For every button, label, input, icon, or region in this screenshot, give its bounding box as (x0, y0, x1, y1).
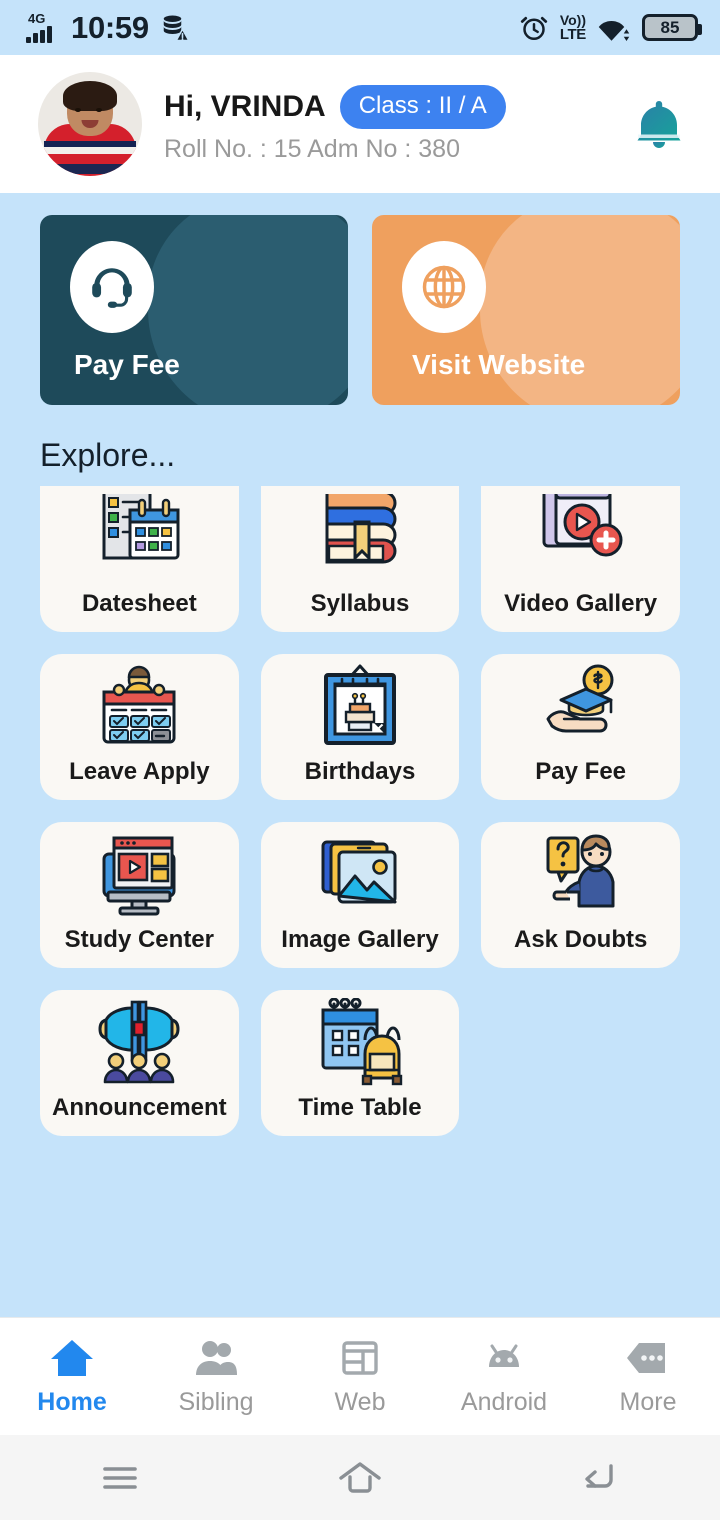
promo-cards: Pay Fee Visit Website (0, 193, 720, 405)
system-recents-button[interactable] (0, 1460, 240, 1496)
battery-level-label: 85 (660, 17, 680, 37)
announcement-megaphone-icon (40, 990, 239, 1094)
nav-item-web[interactable]: Web (288, 1337, 432, 1417)
nav-item-home[interactable]: Home (0, 1337, 144, 1417)
system-navigation-bar (0, 1435, 720, 1520)
globe-icon (402, 241, 486, 333)
tile-pay-fee[interactable]: Pay Fee (481, 654, 680, 800)
home-icon (51, 1339, 93, 1376)
tile-label: Video Gallery (504, 590, 658, 617)
tile-video-gallery[interactable]: Video Gallery (481, 486, 680, 632)
tile-image-gallery[interactable]: Image Gallery (260, 822, 460, 968)
system-home-button[interactable] (240, 1458, 480, 1498)
more-dots-icon (627, 1342, 665, 1373)
notification-bell-icon (637, 101, 681, 148)
headset-support-icon (70, 241, 154, 333)
android-icon (489, 1344, 519, 1367)
timetable-backpack-icon (261, 990, 460, 1094)
promo-card-pay-fee[interactable]: Pay Fee (40, 215, 348, 405)
nav-label: More (619, 1387, 677, 1416)
nav-label: Android (460, 1387, 548, 1416)
menu-recents-icon (103, 1466, 137, 1489)
volte-bottom-label: LTE (559, 25, 586, 43)
datesheet-calendar-icon (40, 486, 239, 590)
tile-study-center[interactable]: Study Center (40, 822, 239, 968)
tile-birthdays[interactable]: Birthdays (260, 654, 460, 800)
tile-label: Study Center (64, 926, 214, 953)
tile-datesheet[interactable]: Datesheet (40, 486, 239, 632)
tile-label: Ask Doubts (513, 926, 648, 953)
tile-label: Leave Apply (69, 758, 210, 785)
tile-ask-doubts[interactable]: Ask Doubts (481, 822, 680, 968)
tile-time-table[interactable]: Time Table (260, 990, 460, 1136)
people-icon (196, 1340, 237, 1375)
cellular-signal-icon: 4G (26, 10, 60, 43)
main-content: Pay Fee Visit Website Explore... Dateshe… (0, 193, 720, 1317)
promo-label: Pay Fee (74, 349, 180, 380)
tile-label: Birthdays (304, 758, 416, 785)
tile-label: Announcement (51, 1094, 227, 1121)
promo-label: Visit Website (412, 349, 586, 380)
bottom-navigation: Home Sibling Web Android More (0, 1317, 720, 1435)
web-layout-icon (342, 1340, 378, 1375)
explore-grid-row-2: Leave Apply Birthdays Pay Fee (0, 654, 720, 800)
nav-item-more[interactable]: More (576, 1337, 720, 1417)
tile-leave-apply[interactable]: Leave Apply (40, 654, 239, 800)
data-saver-off-icon (163, 15, 190, 41)
back-arrow-icon (585, 1463, 613, 1488)
battery-indicator: 85 (642, 14, 702, 41)
home-outline-icon (339, 1461, 381, 1493)
nav-label: Web (334, 1387, 386, 1416)
greeting-label: Hi, VRINDA (164, 89, 326, 123)
tile-label: Datesheet (81, 590, 197, 617)
books-stack-icon (261, 486, 460, 590)
leave-apply-icon (40, 654, 239, 758)
study-center-monitor-icon (40, 822, 239, 926)
ask-doubts-person-icon (481, 822, 680, 926)
explore-grid-row-3: Study Center Image Gallery Ask Doubts (0, 822, 720, 968)
clock-label: 10:59 (71, 9, 149, 45)
profile-info: Hi, VRINDA Class : II / A Roll No. : 15 … (164, 84, 624, 164)
nav-item-sibling[interactable]: Sibling (144, 1337, 288, 1417)
roll-adm-label: Roll No. : 15 Adm No : 380 (164, 134, 460, 163)
app-screen: 4G 10:59 Vo)) LTE 85 Hi, VRINDA Class: … (0, 0, 720, 1520)
volte-top-label: Vo)) (559, 11, 586, 28)
nav-label: Sibling (178, 1387, 254, 1416)
wifi-icon (598, 20, 630, 41)
hand-graduation-coin-icon (481, 654, 680, 758)
explore-section-title: Explore... (40, 437, 176, 473)
notification-button[interactable] (624, 93, 694, 155)
tile-label: Syllabus (310, 590, 410, 617)
class-badge: Class : II / A (339, 84, 506, 129)
status-bar-left: 4G 10:59 (26, 10, 190, 46)
network-type-label: 4G (28, 10, 46, 26)
birthday-cake-icon (261, 654, 460, 758)
system-back-button[interactable] (480, 1458, 720, 1498)
status-bar-right: Vo)) LTE 85 (519, 11, 702, 43)
promo-card-visit-website[interactable]: Visit Website (372, 215, 680, 405)
video-gallery-icon (481, 486, 680, 590)
image-gallery-icon (261, 822, 460, 926)
profile-header: Hi, VRINDA Class : II / A Roll No. : 15 … (0, 55, 720, 193)
tile-label: Time Table (298, 1094, 422, 1121)
tile-placeholder (481, 990, 680, 1136)
status-bar: 4G 10:59 Vo)) LTE 85 (0, 0, 720, 55)
tile-announcement[interactable]: Announcement (40, 990, 239, 1136)
tile-label: Pay Fee (535, 758, 627, 785)
avatar[interactable] (38, 72, 142, 176)
nav-item-android[interactable]: Android (432, 1337, 576, 1417)
alarm-icon (520, 16, 547, 40)
explore-grid-row-4: Announcement Time Table (0, 990, 720, 1136)
volte-indicator: Vo)) LTE (559, 11, 587, 43)
tile-label: Image Gallery (281, 926, 439, 953)
nav-label: Home (37, 1387, 107, 1416)
explore-grid-row-1: Datesheet Syllabus Video Gallery (0, 486, 720, 632)
tile-syllabus[interactable]: Syllabus (260, 486, 460, 632)
